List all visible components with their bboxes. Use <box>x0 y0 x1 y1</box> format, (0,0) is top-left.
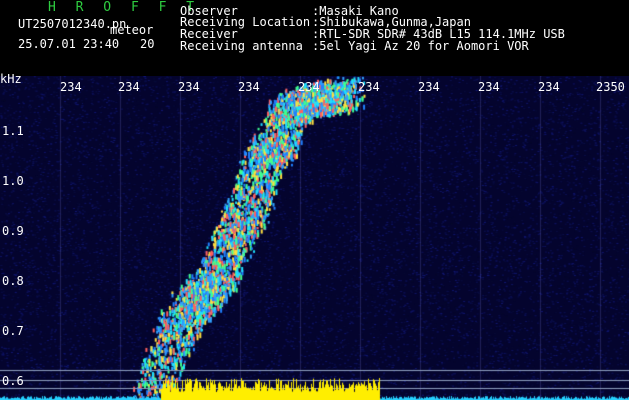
x-tick: 234 <box>478 80 500 94</box>
y-tick: 1.0 <box>2 174 24 188</box>
y-tick: 0.8 <box>2 274 24 288</box>
x-tick: 234 <box>60 80 82 94</box>
x-tick: 234 <box>298 80 320 94</box>
antenna-value: :5el Yagi Az 20 for Aomori VOR <box>312 39 529 53</box>
x-tick: 234 <box>538 80 560 94</box>
app-title: H R O F F T <box>48 0 201 15</box>
file-suffix: meteor <box>110 23 154 37</box>
x-tick: 234 <box>358 80 380 94</box>
antenna-label: Receiving antenna <box>180 39 303 53</box>
y-tick: 0.9 <box>2 224 24 238</box>
x-tick: 234 <box>238 80 260 94</box>
meteor-count: 20 <box>140 37 155 51</box>
y-tick: 0.6 <box>2 374 24 388</box>
x-tick: 234 <box>418 80 440 94</box>
y-unit-label: kHz <box>0 72 22 86</box>
x-tick: 2350 <box>596 80 625 94</box>
y-tick: 0.7 <box>2 324 24 338</box>
timestamp: 25.07.01 23:40 <box>18 37 120 51</box>
x-tick: 234 <box>118 80 140 94</box>
spectrogram <box>0 76 629 400</box>
y-tick: 1.1 <box>2 124 24 138</box>
x-tick: 234 <box>178 80 200 94</box>
